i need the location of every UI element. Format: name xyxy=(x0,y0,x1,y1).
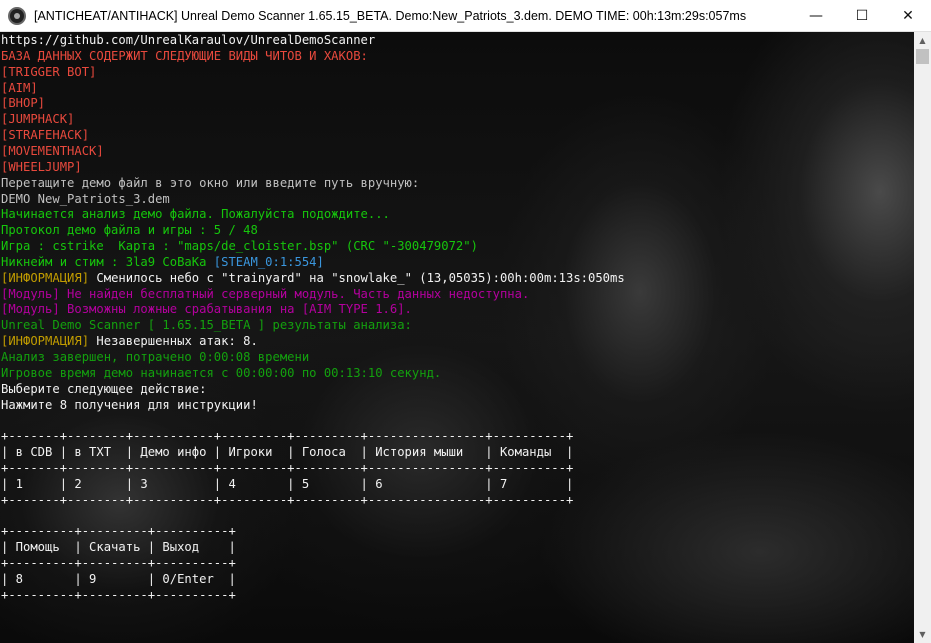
console-line: | в CDB | в TXT | Демо инфо | Игроки | Г… xyxy=(1,444,573,460)
scroll-thumb[interactable] xyxy=(916,49,929,64)
console-text: [WHEELJUMP] xyxy=(1,159,82,174)
console-text: Сменилось небо с "trainyard" на "snowlak… xyxy=(89,270,625,285)
console-text: [MOVEMENTHACK] xyxy=(1,143,104,158)
vertical-scrollbar[interactable]: ▲ ▼ xyxy=(914,32,931,643)
console-line: Протокол демо файла и игры : 5 / 48 xyxy=(1,222,258,238)
console-line: | 8 | 9 | 0/Enter | xyxy=(1,571,236,587)
console-line: Игра : cstrike Карта : "maps/de_cloister… xyxy=(1,238,478,254)
console-text: [Модуль] Не найден бесплатный серверный … xyxy=(1,286,530,301)
console-line: Перетащите демо файл в это окно или введ… xyxy=(1,175,419,191)
console-line: | Помощь | Скачать | Выход | xyxy=(1,539,236,555)
console-text: | 8 | 9 | 0/Enter | xyxy=(1,571,236,586)
console-text: [STRAFEHACK] xyxy=(1,128,90,143)
console-text: Игровое время демо начинается с 00:00:00… xyxy=(1,365,442,380)
console-line: Unreal Demo Scanner [ 1.65.15_BETA ] рез… xyxy=(1,317,412,333)
console-text: | Помощь | Скачать | Выход | xyxy=(1,540,236,555)
console-line: [Модуль] Не найден бесплатный серверный … xyxy=(1,286,529,302)
console-line: [BHOP] xyxy=(1,95,45,111)
window-title: [ANTICHEAT/ANTIHACK] Unreal Demo Scanner… xyxy=(34,9,747,23)
console-text: Выберите следующее действие: xyxy=(1,381,207,396)
maximize-button[interactable]: ☐ xyxy=(839,0,885,32)
console-line: Анализ завершен, потрачено 0:00:08 време… xyxy=(1,349,309,365)
console-line: [ИНФОРМАЦИЯ] Сменилось небо с "trainyard… xyxy=(1,270,625,286)
console-line: [ИНФОРМАЦИЯ] Незавершенных атак: 8. xyxy=(1,333,258,349)
console-text: Перетащите демо файл в это окно или введ… xyxy=(1,175,420,190)
console-text: [Модуль] Возможны ложные срабатывания на… xyxy=(1,302,412,317)
console-text: [TRIGGER BOT] xyxy=(1,64,97,79)
console-text: [AIM] xyxy=(1,80,38,95)
console-line: Нажмите 8 получения для инструкции! xyxy=(1,397,258,413)
console-line: +-------+--------+-----------+---------+… xyxy=(1,492,573,508)
console-line: +-------+--------+-----------+---------+… xyxy=(1,460,573,476)
console-text: +---------+---------+----------+ xyxy=(1,587,236,602)
console-text: Нажмите 8 получения для инструкции! xyxy=(1,397,258,412)
console-line: | 1 | 2 | 3 | 4 | 5 | 6 | 7 | xyxy=(1,476,573,492)
app-icon xyxy=(8,7,26,25)
console-text: +-------+--------+-----------+---------+… xyxy=(1,429,574,444)
console-text: Протокол демо файла и игры : 5 / 48 xyxy=(1,223,258,238)
console-line: DEMO New_Patriots_3.dem xyxy=(1,191,170,207)
console-text: +---------+---------+----------+ xyxy=(1,556,236,571)
console-line: [Модуль] Возможны ложные срабатывания на… xyxy=(1,301,412,317)
close-button[interactable]: ✕ xyxy=(885,0,931,32)
console-line: [MOVEMENTHACK] xyxy=(1,143,104,159)
console-text: +-------+--------+-----------+---------+… xyxy=(1,492,574,507)
console-text: БАЗА ДАННЫХ СОДЕРЖИТ СЛЕДУЮЩИЕ ВИДЫ ЧИТО… xyxy=(1,48,368,63)
console-window: [ANTICHEAT/ANTIHACK] Unreal Demo Scanner… xyxy=(0,0,931,643)
console-text: | 1 | 2 | 3 | 4 | 5 | 6 | 7 | xyxy=(1,476,574,491)
minimize-button[interactable]: — xyxy=(793,0,839,32)
console-line: [JUMPHACK] xyxy=(1,111,74,127)
console-text: Незавершенных атак: 8. xyxy=(89,334,258,349)
console-line: Игровое время демо начинается с 00:00:00… xyxy=(1,365,441,381)
console-line: БАЗА ДАННЫХ СОДЕРЖИТ СЛЕДУЮЩИЕ ВИДЫ ЧИТО… xyxy=(1,48,368,64)
console-line: +-------+--------+-----------+---------+… xyxy=(1,428,573,444)
console-text: [ИНФОРМАЦИЯ] xyxy=(1,334,90,349)
console-text: Начинается анализ демо файла. Пожалуйста… xyxy=(1,207,390,222)
console-text: Unreal Demo Scanner [ 1.65.15_BETA ] рез… xyxy=(1,318,412,333)
console-line: [STRAFEHACK] xyxy=(1,127,89,143)
console-line: https://github.com/UnrealKaraulov/Unreal… xyxy=(1,32,375,48)
console-text: +-------+--------+-----------+---------+… xyxy=(1,460,574,475)
console-line: [WHEELJUMP] xyxy=(1,159,82,175)
console-text: +---------+---------+----------+ xyxy=(1,524,236,539)
console-line: [TRIGGER BOT] xyxy=(1,64,96,80)
console-text: [BHOP] xyxy=(1,96,46,111)
console-text: [STEAM_0:1:554] xyxy=(213,254,324,269)
console-line: +---------+---------+----------+ xyxy=(1,523,236,539)
console-line: Никнейм и стим : 3la9 CoBaKa [STEAM_0:1:… xyxy=(1,254,324,270)
console-line: Начинается анализ демо файла. Пожалуйста… xyxy=(1,206,390,222)
title-bar[interactable]: [ANTICHEAT/ANTIHACK] Unreal Demo Scanner… xyxy=(0,0,931,32)
console-text: DEMO New_Patriots_3.dem xyxy=(1,191,170,206)
scroll-down-arrow-icon[interactable]: ▼ xyxy=(914,626,931,643)
console-line: [AIM] xyxy=(1,80,38,96)
scroll-up-arrow-icon[interactable]: ▲ xyxy=(914,32,931,49)
console-line: +---------+---------+----------+ xyxy=(1,555,236,571)
console-text: https://github.com/UnrealKaraulov/Unreal… xyxy=(1,33,376,47)
console-text: Никнейм и стим : 3la9 CoBaKa xyxy=(1,254,214,269)
console-output[interactable]: https://github.com/UnrealKaraulov/Unreal… xyxy=(0,32,914,643)
console-line: Выберите следующее действие: xyxy=(1,381,206,397)
console-text: Игра : cstrike Карта : "maps/de_cloister… xyxy=(1,239,478,254)
console-text: Анализ завершен, потрачено 0:00:08 време… xyxy=(1,350,310,364)
console-text: [JUMPHACK] xyxy=(1,112,75,127)
console-text: | в CDB | в TXT | Демо инфо | Игроки | Г… xyxy=(1,445,574,460)
console-line: +---------+---------+----------+ xyxy=(1,587,236,603)
console-text: [ИНФОРМАЦИЯ] xyxy=(1,270,90,285)
